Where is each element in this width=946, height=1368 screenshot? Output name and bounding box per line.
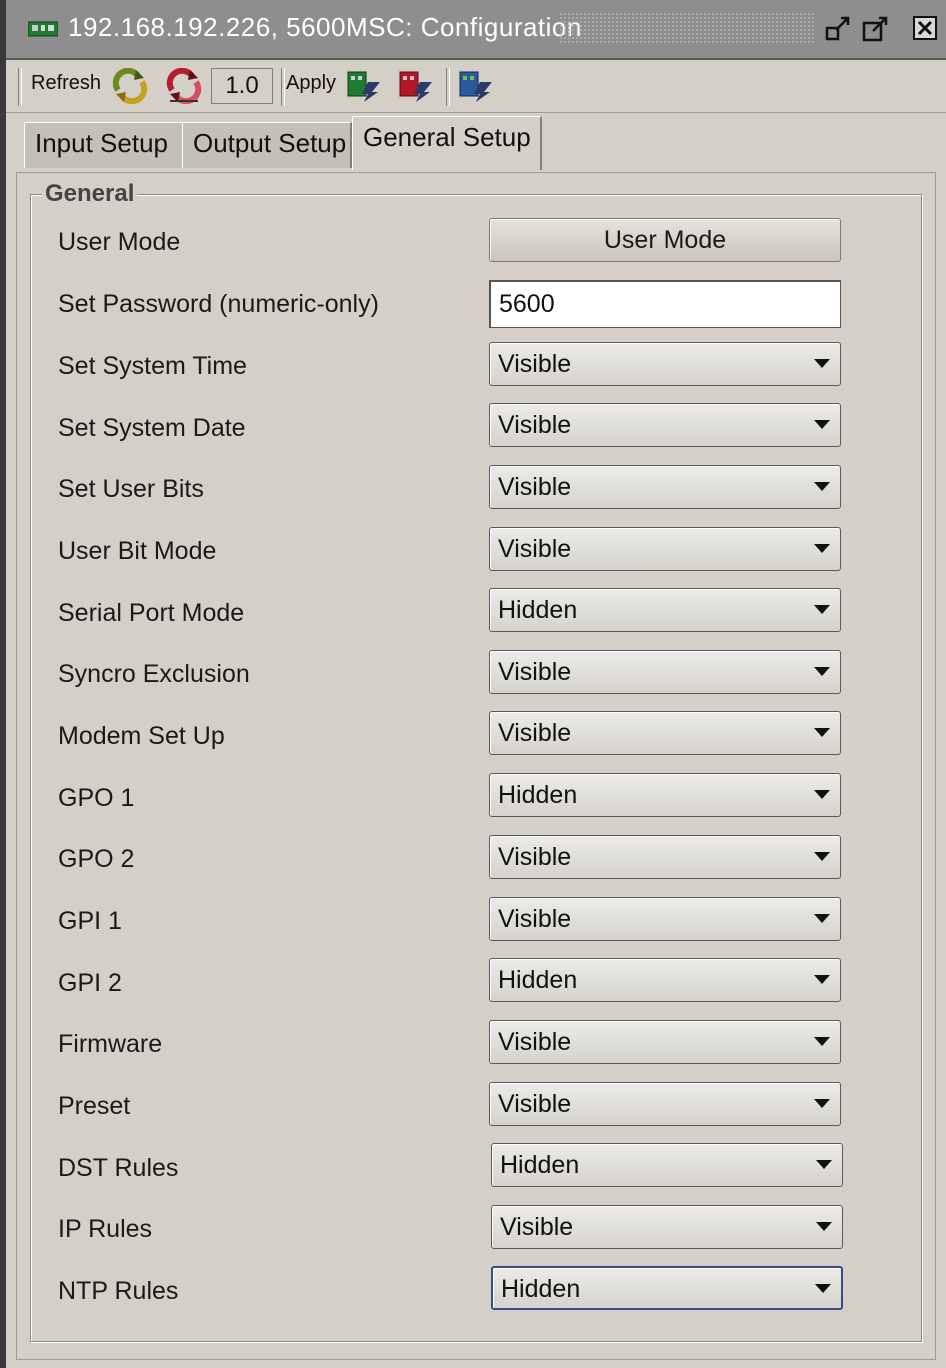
chevron-down-icon <box>814 790 830 799</box>
user-mode-label: User Mode <box>58 228 181 256</box>
password-label: Set Password (numeric-only) <box>58 290 379 318</box>
toolbar: Refresh 1.0 Apply <box>6 60 946 113</box>
tab-input-setup[interactable]: Input Setup <box>24 122 184 168</box>
undock-icon[interactable] <box>824 14 854 44</box>
chevron-down-icon <box>814 1037 830 1046</box>
select-value: Hidden <box>500 1151 580 1179</box>
select-value: Visible <box>498 350 572 378</box>
setting-label: GPO 1 <box>58 784 135 812</box>
setting-label: GPI 1 <box>58 907 122 935</box>
setting-label: Syncro Exclusion <box>58 660 250 688</box>
select-value: Visible <box>498 473 572 501</box>
chevron-down-icon <box>814 728 830 737</box>
dst-rules-select[interactable]: Hidden <box>491 1143 843 1187</box>
setting-label: Firmware <box>58 1030 163 1058</box>
chevron-down-icon <box>814 1099 830 1108</box>
select-value: Visible <box>498 1028 572 1056</box>
app-card-icon <box>28 21 58 37</box>
tab-general-setup[interactable]: General Setup <box>352 116 542 170</box>
setting-label: DST Rules <box>58 1154 179 1182</box>
refresh-green-icon[interactable] <box>112 68 148 104</box>
chevron-down-icon <box>815 1284 831 1293</box>
group-title: General <box>42 180 138 208</box>
setting-label: Modem Set Up <box>58 722 225 750</box>
setting-label: Serial Port Mode <box>58 599 245 627</box>
setting-label: IP Rules <box>58 1215 153 1243</box>
window-title: 192.168.192.226, 5600MSC: Configuration <box>68 12 582 42</box>
version-field: 1.0 <box>211 68 273 104</box>
select-value: Visible <box>498 843 572 871</box>
toolbar-separator <box>18 68 22 106</box>
select-value: Visible <box>498 1090 572 1118</box>
chevron-down-icon <box>816 1222 832 1231</box>
password-field[interactable] <box>489 280 841 328</box>
setting-label: GPI 2 <box>58 969 122 997</box>
gpi-1-select[interactable]: Visible <box>489 897 841 941</box>
setting-label: GPO 2 <box>58 845 135 873</box>
chevron-down-icon <box>814 482 830 491</box>
tab-output-setup[interactable]: Output Setup <box>182 122 352 168</box>
set-user-bits-select[interactable]: Visible <box>489 465 841 509</box>
select-value: Hidden <box>498 966 578 994</box>
select-value: Hidden <box>498 781 578 809</box>
chevron-down-icon <box>814 605 830 614</box>
chevron-down-icon <box>816 1160 832 1169</box>
select-value: Visible <box>498 411 572 439</box>
toolbar-separator <box>446 68 450 106</box>
serial-port-mode-select[interactable]: Hidden <box>489 588 841 632</box>
chevron-down-icon <box>814 975 830 984</box>
chevron-down-icon <box>814 914 830 923</box>
chevron-down-icon <box>814 667 830 676</box>
gpo-1-select[interactable]: Hidden <box>489 773 841 817</box>
setting-label: NTP Rules <box>58 1277 179 1305</box>
window-frame-edge <box>0 0 6 1368</box>
select-value: Visible <box>498 905 572 933</box>
titlebar-grip <box>559 12 816 44</box>
toolbar-separator <box>281 68 285 106</box>
select-value: Visible <box>498 658 572 686</box>
modem-set-up-select[interactable]: Visible <box>489 711 841 755</box>
setting-label: Set System Date <box>58 414 246 442</box>
close-icon[interactable] <box>911 14 941 44</box>
apply-card-blue-icon[interactable] <box>458 68 494 104</box>
user-mode-button[interactable]: User Mode <box>489 218 841 262</box>
refresh-label[interactable]: Refresh <box>31 72 101 95</box>
maximize-icon[interactable] <box>861 14 891 44</box>
select-value: Visible <box>498 535 572 563</box>
ip-rules-select[interactable]: Visible <box>491 1205 843 1249</box>
preset-select[interactable]: Visible <box>489 1082 841 1126</box>
setting-label: Preset <box>58 1092 131 1120</box>
setting-label: Set System Time <box>58 352 247 380</box>
user-bit-mode-select[interactable]: Visible <box>489 527 841 571</box>
ntp-rules-select[interactable]: Hidden <box>491 1266 843 1310</box>
select-value: Hidden <box>498 596 578 624</box>
firmware-select[interactable]: Visible <box>489 1020 841 1064</box>
syncro-exclusion-select[interactable]: Visible <box>489 650 841 694</box>
tab-strip: Input Setup Output Setup General Setup <box>6 112 946 172</box>
apply-label[interactable]: Apply <box>286 72 336 95</box>
chevron-down-icon <box>814 359 830 368</box>
select-value: Hidden <box>501 1275 581 1303</box>
setting-label: Set User Bits <box>58 475 204 503</box>
chevron-down-icon <box>814 420 830 429</box>
set-system-time-select[interactable]: Visible <box>489 342 841 386</box>
apply-card-green-icon[interactable] <box>346 68 382 104</box>
select-value: Visible <box>500 1213 574 1241</box>
gpi-2-select[interactable]: Hidden <box>489 958 841 1002</box>
window-titlebar[interactable]: 192.168.192.226, 5600MSC: Configuration <box>6 0 946 60</box>
chevron-down-icon <box>814 852 830 861</box>
select-value: Visible <box>498 719 572 747</box>
apply-card-red-icon[interactable] <box>398 68 434 104</box>
setting-label: User Bit Mode <box>58 537 217 565</box>
gpo-2-select[interactable]: Visible <box>489 835 841 879</box>
set-system-date-select[interactable]: Visible <box>489 403 841 447</box>
refresh-red-icon[interactable] <box>166 68 202 104</box>
chevron-down-icon <box>814 544 830 553</box>
